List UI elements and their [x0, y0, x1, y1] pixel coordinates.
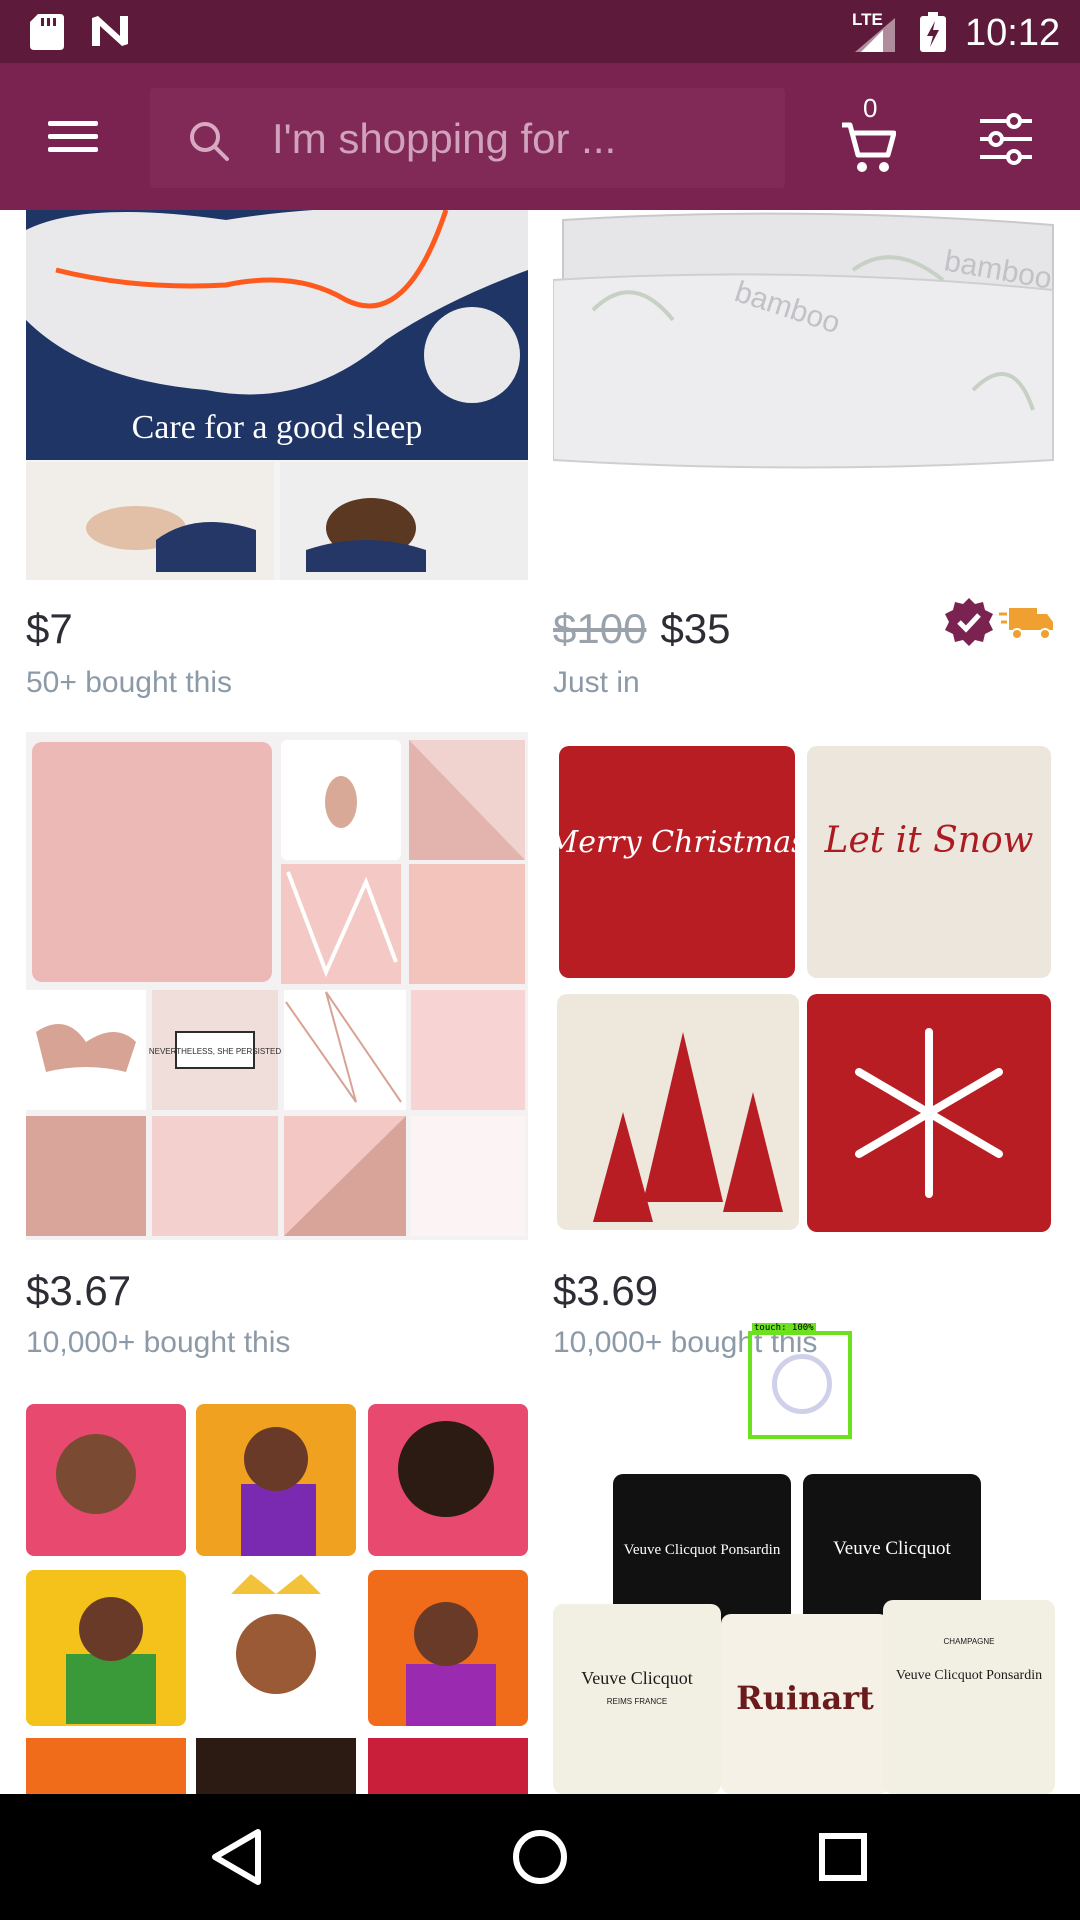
product-feed[interactable]: Care for a good sleep $7 50+ bought this… — [0, 210, 1080, 1794]
product-card[interactable]: NEVERTHELESS, SHE PERSISTED $3.67 10,000… — [26, 732, 528, 1368]
verified-badge-icon — [944, 598, 993, 646]
search-bar[interactable] — [150, 88, 785, 188]
cart-button[interactable]: 0 — [840, 93, 900, 173]
back-button[interactable] — [203, 1822, 273, 1892]
product-image-caption: Veuve Clicquot — [833, 1538, 951, 1559]
recents-button[interactable] — [808, 1822, 878, 1892]
fast-delivery-truck-icon — [999, 608, 1053, 640]
product-image: Care for a good sleep — [26, 210, 528, 580]
price: $35 — [660, 605, 731, 652]
product-image-caption: Care for a good sleep — [132, 409, 423, 446]
product-card[interactable]: Care for a good sleep $7 50+ bought this — [26, 210, 528, 700]
product-image-caption: Let it Snow — [824, 820, 1034, 861]
product-image-caption: Veuve Clicquot Ponsardin — [624, 1542, 781, 1558]
price: $3.69 — [553, 1267, 659, 1314]
product-image: Veuve Clicquot Ponsardin Veuve Clicquot … — [553, 1404, 1055, 1794]
filter-button[interactable] — [978, 103, 1038, 173]
menu-button[interactable] — [38, 113, 108, 163]
hamburger-icon-line — [48, 147, 98, 152]
touch-point — [772, 1354, 832, 1414]
hamburger-icon-line — [48, 134, 98, 139]
price-row: $3.69 — [553, 1267, 658, 1315]
filter-sliders-icon — [980, 113, 1032, 165]
product-image-caption: NEVERTHELESS, SHE PERSISTED — [149, 1047, 282, 1056]
home-button[interactable] — [505, 1822, 575, 1892]
app-bar: 0 — [0, 63, 1080, 210]
notification-n-icon — [92, 16, 128, 46]
recents-square-icon — [819, 1833, 867, 1881]
product-image: NEVERTHELESS, SHE PERSISTED — [26, 732, 528, 1240]
product-image-caption: Veuve Clicquot Ponsardin — [896, 1668, 1042, 1683]
sd-card-icon — [30, 14, 64, 50]
price-row: $100 $35 — [553, 605, 731, 653]
status-bar: LTE 10:12 — [0, 0, 1080, 63]
hamburger-icon-line — [48, 121, 98, 126]
price-row: $7 — [26, 605, 73, 653]
price: $3.67 — [26, 1267, 132, 1314]
system-navigation-bar — [0, 1794, 1080, 1920]
price: $7 — [26, 605, 73, 652]
product-image-caption: REIMS FRANCE — [607, 1697, 667, 1706]
price-row: $3.67 — [26, 1267, 131, 1315]
search-icon — [190, 122, 229, 161]
touch-indicator-label: touch: 100% — [752, 1323, 816, 1333]
product-image-caption: Ruinart — [736, 1679, 874, 1717]
badge-text: Just in — [553, 666, 640, 699]
search-input[interactable] — [270, 110, 764, 168]
product-card[interactable] — [26, 1404, 528, 1794]
product-card[interactable]: Merry Christmas Let it Snow $3.69 10,000… — [553, 732, 1055, 1368]
product-image — [26, 1404, 528, 1794]
home-circle-icon — [513, 1830, 567, 1884]
product-image-caption: CHAMPAGNE — [944, 1637, 995, 1646]
signal-icon — [855, 18, 895, 52]
purchase-count: 50+ bought this — [26, 666, 233, 699]
product-image: bamboo bamboo — [553, 210, 1055, 580]
cart-icon — [842, 122, 896, 172]
badge-group — [943, 596, 1055, 648]
purchase-count: 10,000+ bought this — [26, 1326, 291, 1359]
original-price: $100 — [553, 605, 647, 652]
product-card[interactable]: bamboo bamboo $100 $35 Just in — [553, 210, 1055, 700]
product-image-caption: Veuve Clicquot — [581, 1668, 692, 1688]
battery-charging-icon — [920, 12, 946, 52]
product-image: Merry Christmas Let it Snow — [553, 732, 1055, 1240]
product-card[interactable]: Veuve Clicquot Ponsardin Veuve Clicquot … — [553, 1404, 1055, 1794]
product-image-caption: Merry Christmas — [553, 825, 807, 860]
back-triangle-icon — [212, 1829, 261, 1885]
clock: 10:12 — [965, 12, 1061, 54]
